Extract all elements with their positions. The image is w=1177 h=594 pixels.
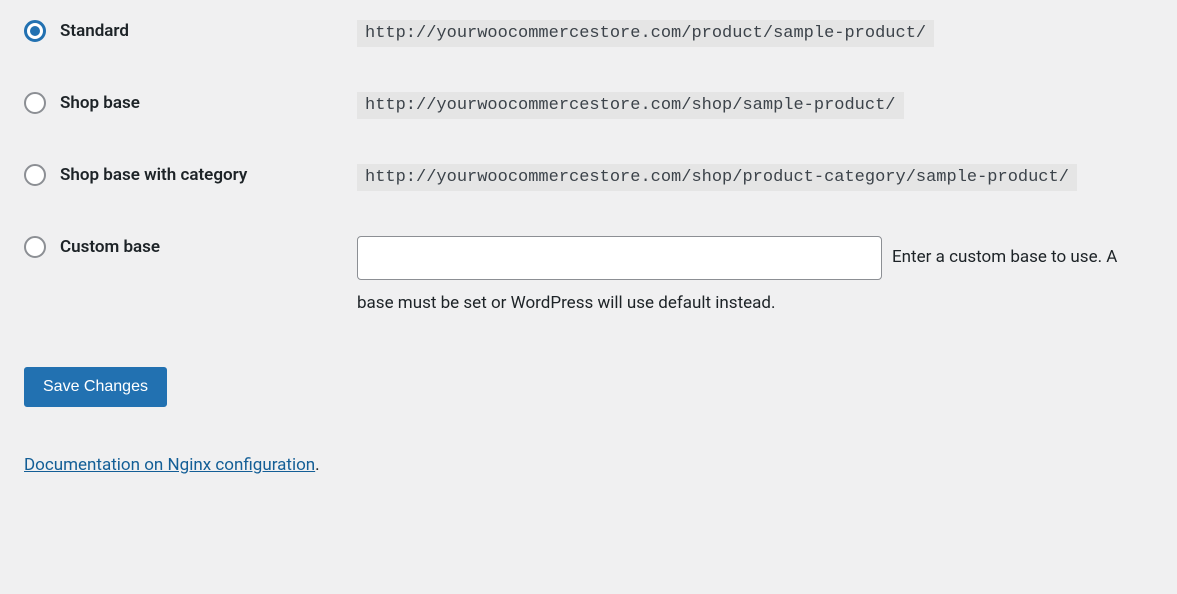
custom-base-right: Enter a custom base to use. A base must … [357,236,1153,317]
custom-help-text-1: Enter a custom base to use. A [892,244,1117,271]
custom-base-input[interactable] [357,236,882,280]
radio-shop-base[interactable] [24,92,46,114]
option-label-standard: Standard [60,21,129,41]
option-label-custom: Custom base [60,237,160,257]
radio-label-group: Shop base with category [24,164,357,186]
doc-suffix: . [315,455,319,475]
doc-line: Documentation on Nginx configuration. [24,455,1153,475]
radio-shop-base-category[interactable] [24,164,46,186]
radio-custom[interactable] [24,236,46,258]
save-changes-button[interactable]: Save Changes [24,367,167,407]
permalink-option-standard: Standard http://yourwoocommercestore.com… [24,20,1153,47]
custom-help-text-2: base must be set or WordPress will use d… [357,290,1153,317]
permalink-option-custom: Custom base Enter a custom base to use. … [24,236,1153,317]
url-sample-standard: http://yourwoocommercestore.com/product/… [357,20,934,47]
url-sample-shop-base-category: http://yourwoocommercestore.com/shop/pro… [357,164,1077,191]
radio-label-group: Custom base [24,236,357,258]
nginx-doc-link[interactable]: Documentation on Nginx configuration [24,455,315,475]
radio-standard[interactable] [24,20,46,42]
radio-label-group: Shop base [24,92,357,114]
permalink-option-shop-base: Shop base http://yourwoocommercestore.co… [24,92,1153,119]
permalink-option-shop-base-category: Shop base with category http://yourwooco… [24,164,1153,191]
option-label-shop-base: Shop base [60,93,140,113]
option-label-shop-base-category: Shop base with category [60,165,247,185]
custom-line1: Enter a custom base to use. A [357,236,1153,280]
radio-label-group: Standard [24,20,357,42]
url-sample-shop-base: http://yourwoocommercestore.com/shop/sam… [357,92,904,119]
